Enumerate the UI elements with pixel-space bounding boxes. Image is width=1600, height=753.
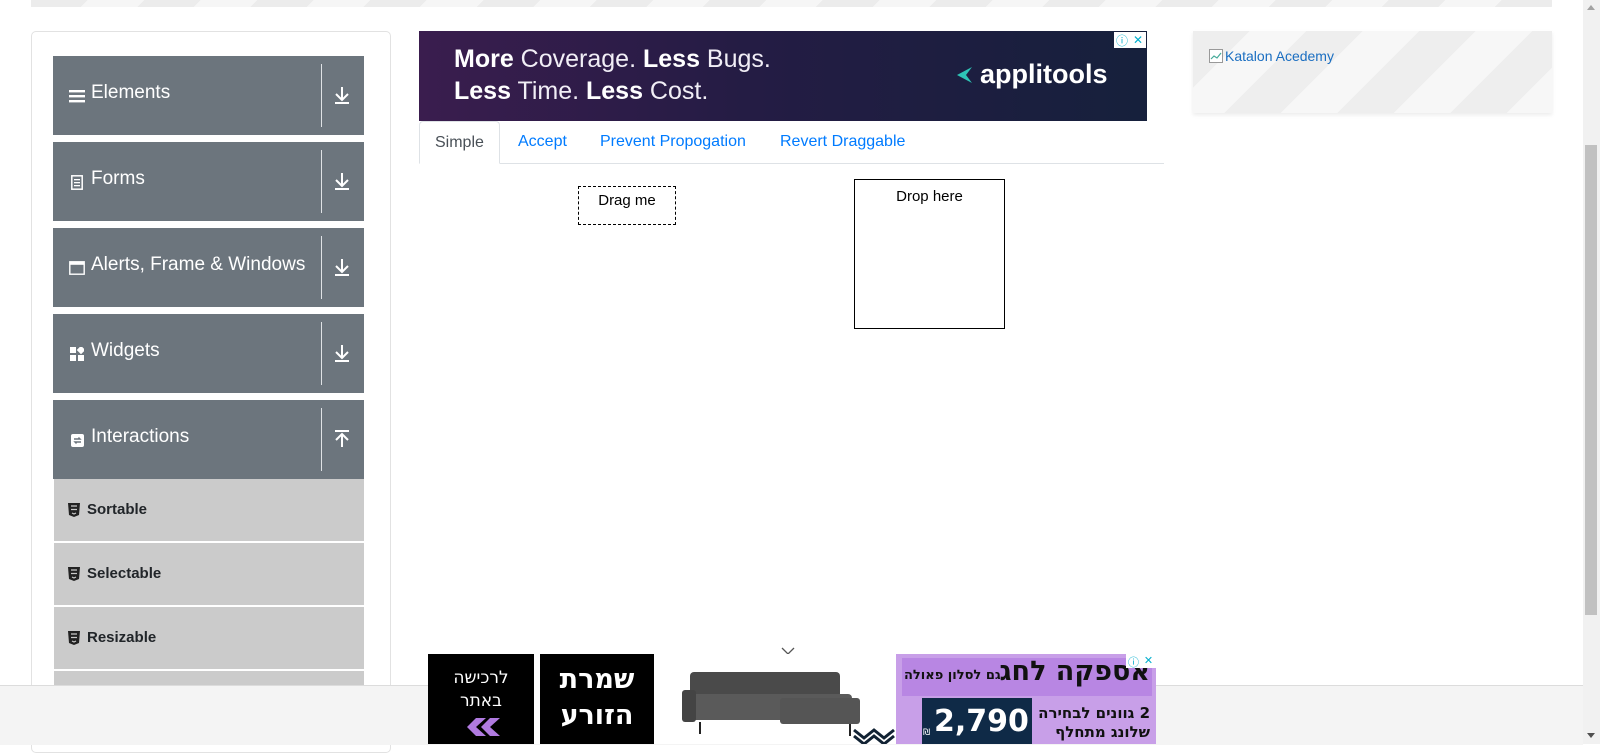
advertisement-banner[interactable]: More Coverage. Less Bugs. Less Time. Les… <box>419 31 1147 121</box>
ad-product-image <box>660 654 896 746</box>
ad-cta-block[interactable]: לרכישה באתר <box>428 654 534 744</box>
applitools-logo-icon <box>957 66 972 83</box>
close-icon[interactable]: ✕ <box>1141 654 1156 668</box>
scroll-up-arrow-icon[interactable] <box>1587 5 1595 10</box>
chevron-down-icon[interactable] <box>781 641 795 655</box>
scrollbar-thumb[interactable] <box>1585 145 1597 615</box>
html5-icon <box>68 630 80 645</box>
top-banner-strip <box>31 0 1552 7</box>
sidebar-item-label: Resizable <box>87 629 157 646</box>
divider <box>321 322 322 385</box>
ad-choices[interactable]: ⓘ ✕ <box>1126 654 1156 669</box>
sidebar-group-label: Forms <box>91 168 145 189</box>
divider <box>321 150 322 213</box>
ad-desc-line1: 2 גוונים לבחירה <box>1038 704 1150 722</box>
draggable-box[interactable]: Drag me <box>578 186 676 225</box>
sidebar-group-alerts[interactable]: Alerts, Frame & Windows <box>53 228 364 307</box>
ad-headline-line1: More Coverage. Less Bugs. <box>454 45 771 73</box>
ad-desc-line2: שלונג מתחלף <box>1055 723 1150 741</box>
sidebar-group-elements[interactable]: Elements <box>53 56 364 135</box>
download-icon <box>333 170 351 192</box>
sofa-image <box>682 672 895 746</box>
tab-bar: Simple Accept Prevent Propogation Revert… <box>419 121 1164 164</box>
divider <box>321 236 322 299</box>
download-icon <box>333 256 351 278</box>
scroll-down-arrow-icon[interactable] <box>1587 733 1595 738</box>
html5-icon <box>68 566 80 581</box>
vertical-scrollbar[interactable] <box>1583 0 1600 744</box>
sidebar-group-forms[interactable]: Forms <box>53 142 364 221</box>
ad-text: באתר <box>460 691 502 711</box>
sidebar-item-selectable[interactable]: Selectable <box>54 543 364 607</box>
window-icon <box>69 260 85 276</box>
ad-choices[interactable]: ⓘ ✕ <box>1114 32 1146 48</box>
ad-text: לרכישה <box>453 668 509 688</box>
sidebar-group-label: Alerts, Frame & Windows <box>91 254 306 275</box>
double-arrow-left-icon <box>467 718 500 736</box>
sidebar-group-label: Interactions <box>91 426 190 447</box>
bottom-advertisement[interactable]: לרכישה באתר שמרת הזורע אספקה לחג גם לסלו… <box>428 654 1156 746</box>
html5-icon <box>68 502 80 517</box>
sidebar-item-label: Sortable <box>87 501 148 518</box>
sidebar-group-label: Elements <box>91 82 171 103</box>
sidebar-item-label: Selectable <box>87 565 162 582</box>
ad-logo-block: שמרת הזורע <box>540 654 654 744</box>
upload-icon <box>333 428 351 450</box>
ad-logo-text: שמרת <box>559 664 635 695</box>
ad-currency: ₪ <box>923 728 931 738</box>
sidebar-item-sortable[interactable]: Sortable <box>54 479 364 543</box>
menu-icon <box>69 88 85 104</box>
divider <box>321 408 322 471</box>
tab-simple[interactable]: Simple <box>419 121 500 164</box>
ad-logo-text: הזורע <box>560 700 634 731</box>
divider <box>321 64 322 127</box>
ad-subheadline: גם לסלון פאולה <box>904 668 1001 683</box>
widgets-icon <box>69 346 85 362</box>
close-icon[interactable]: ✕ <box>1130 32 1146 48</box>
ad-headline-line2: Less Time. Less Cost. <box>454 77 709 105</box>
image-alt-text: Katalon Acedemy <box>1225 48 1334 64</box>
sidebar-group-widgets[interactable]: Widgets <box>53 314 364 393</box>
side-advertisement[interactable]: Katalon Acedemy <box>1193 31 1552 113</box>
info-icon[interactable]: ⓘ <box>1126 654 1141 669</box>
ad-brand-logo: applitools <box>954 59 1108 90</box>
download-icon <box>333 84 351 106</box>
broken-image-icon <box>1209 49 1223 63</box>
ad-price: 2,790 <box>934 704 1029 739</box>
tab-accept[interactable]: Accept <box>518 121 567 162</box>
sidebar-group-label: Widgets <box>91 340 160 361</box>
interactions-icon <box>69 432 85 448</box>
broken-image[interactable]: Katalon Acedemy <box>1209 48 1334 64</box>
info-icon[interactable]: ⓘ <box>1114 32 1130 48</box>
sidebar-group-interactions[interactable]: Interactions <box>53 400 364 479</box>
droppable-box[interactable]: Drop here <box>854 179 1005 329</box>
form-icon <box>69 174 85 190</box>
tab-revert-draggable[interactable]: Revert Draggable <box>780 121 905 162</box>
sidebar: Elements Forms Alerts, Frame & Windows W… <box>31 31 391 753</box>
tab-prevent-propogation[interactable]: Prevent Propogation <box>600 121 746 162</box>
download-icon <box>333 342 351 364</box>
sidebar-item-resizable[interactable]: Resizable <box>54 607 364 671</box>
ad-offer-block[interactable]: אספקה לחג גם לסלון פאולה 2,790 ₪ 2 גווני… <box>896 654 1156 744</box>
